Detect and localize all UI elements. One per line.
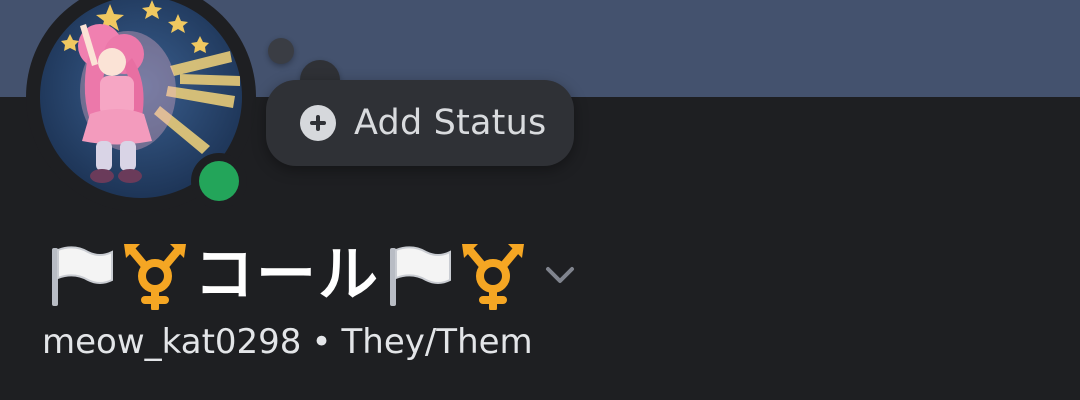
add-status-button[interactable]: Add Status (266, 80, 574, 166)
display-name: コール (194, 240, 380, 310)
separator-dot: • (311, 322, 332, 362)
transgender-symbol-icon (124, 244, 186, 310)
profile-subtitle: meow_kat0298 • They/Them (42, 322, 533, 362)
thought-bubble-dot-small (268, 38, 294, 64)
chevron-down-icon[interactable] (540, 255, 580, 295)
username: meow_kat0298 (42, 322, 302, 362)
add-status-label: Add Status (354, 103, 547, 143)
display-name-row[interactable]: コール (44, 240, 580, 310)
white-flag-icon (390, 246, 451, 306)
plus-circle-icon (300, 105, 336, 141)
white-flag-icon (52, 246, 113, 306)
transgender-symbol-icon (462, 244, 524, 310)
online-status-icon (199, 161, 239, 201)
pronouns: They/Them (341, 322, 533, 362)
